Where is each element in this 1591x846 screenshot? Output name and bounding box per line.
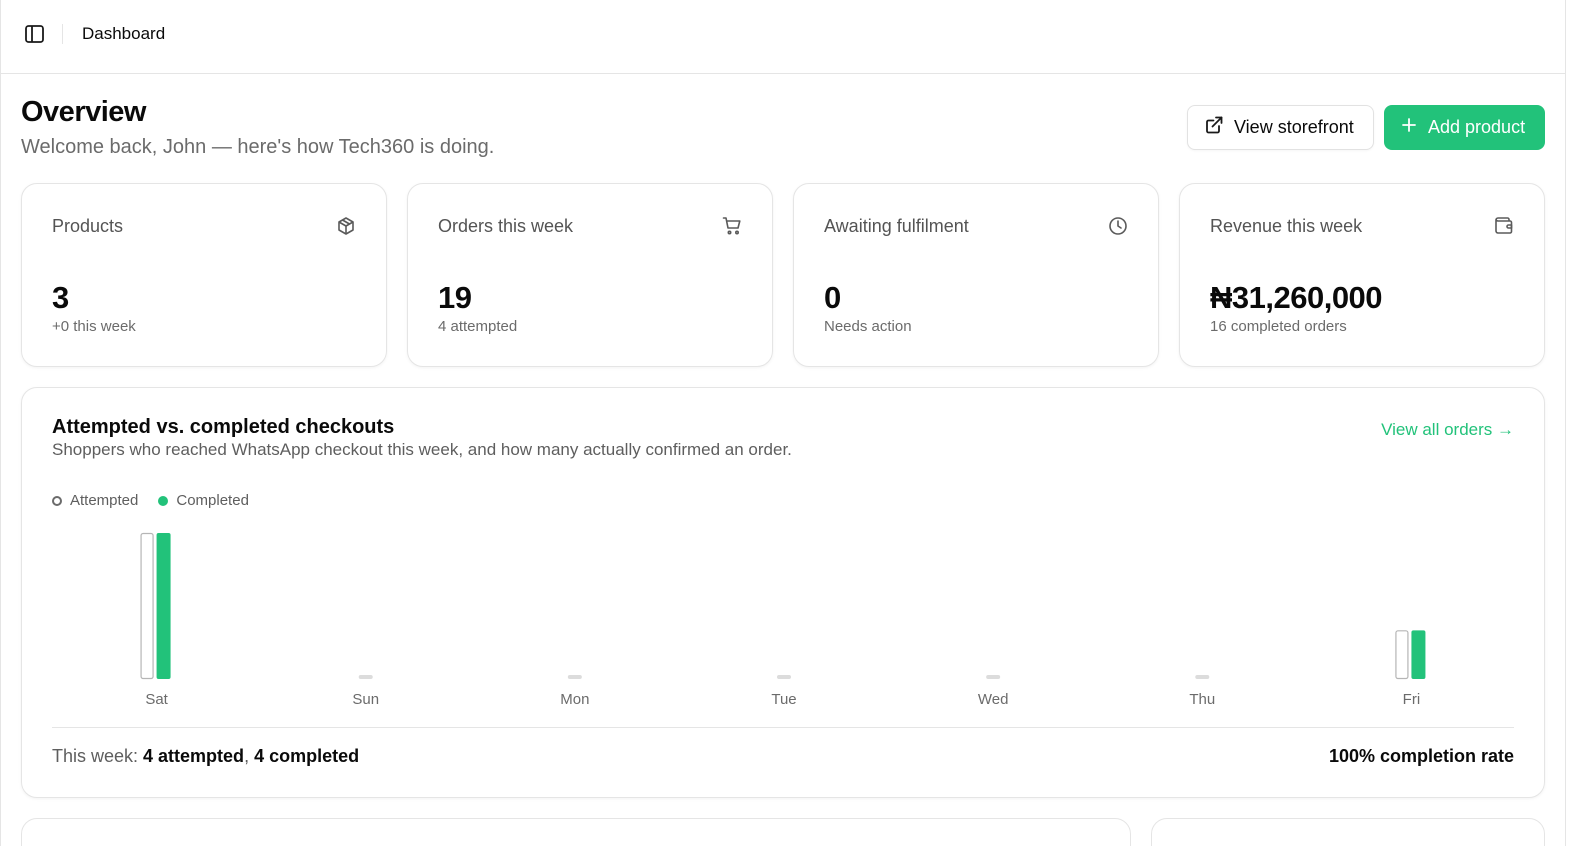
- x-tick-label: Sat: [145, 691, 168, 708]
- bar-zero-mon: [567, 675, 582, 679]
- stat-label: Orders this week: [438, 216, 574, 236]
- bar-completed-fri[interactable]: [1411, 630, 1426, 679]
- legend-swatch-completed: [158, 495, 169, 506]
- x-tick-label: Thu: [1189, 691, 1215, 708]
- x-tick-label: Sun: [352, 691, 379, 708]
- bar-zero-sun: [358, 675, 373, 679]
- view-storefront-button[interactable]: View storefront: [1187, 105, 1374, 150]
- add-product-label: Add product: [1428, 117, 1526, 137]
- topbar: Dashboard: [1, 0, 1565, 74]
- add-product-button[interactable]: Add product: [1384, 105, 1545, 150]
- stat-card-orders: Orders this week 19 4 attempted: [407, 183, 773, 367]
- summary-completed: 4 completed: [254, 746, 360, 766]
- stat-card-revenue: Revenue this week ₦31,260,000 16 complet…: [1179, 183, 1545, 367]
- stat-note: +0 this week: [52, 318, 136, 335]
- bar-zero-tue: [777, 675, 791, 679]
- legend-swatch-attempted: [52, 495, 62, 506]
- checkouts-bar-chart: Sat Sun Mon Tue Wed Thu Fri: [140, 532, 1426, 708]
- bar-attempted-sat[interactable]: [140, 532, 154, 680]
- completion-rate: 100% completion rate: [1328, 746, 1514, 766]
- external-link-icon: [1204, 115, 1224, 140]
- bar-zero-wed: [986, 675, 1001, 679]
- x-tick-label: Mon: [560, 691, 589, 708]
- checkouts-chart-card: Attempted vs. completed checkouts Shoppe…: [21, 387, 1545, 798]
- chart-divider: [52, 727, 1514, 728]
- x-tick-label: Fri: [1403, 691, 1421, 708]
- sidebar-toggle-icon[interactable]: [25, 25, 44, 43]
- summary-attempted: 4 attempted: [143, 746, 245, 766]
- stat-label: Revenue this week: [1210, 216, 1363, 236]
- stat-value: 19: [438, 280, 472, 315]
- stat-value: 0: [824, 280, 841, 315]
- week-summary: This week: 4 attempted, 4 completed: [52, 746, 359, 767]
- stat-label: Awaiting fulfilment: [824, 216, 969, 236]
- page-subtitle: Welcome back, John — here's how Tech360 …: [21, 136, 495, 158]
- breadcrumb[interactable]: Dashboard: [82, 24, 165, 44]
- chart-title: Attempted vs. completed checkouts: [52, 416, 395, 438]
- page-title: Overview: [21, 96, 146, 128]
- plus-icon: [1400, 116, 1418, 139]
- legend-item-completed: Completed: [158, 492, 249, 509]
- summary-prefix: This week:: [52, 746, 144, 766]
- view-storefront-label: View storefront: [1234, 117, 1354, 137]
- bar-zero-thu: [1195, 675, 1210, 679]
- summary-separator: ,: [244, 746, 255, 766]
- stat-note: Needs action: [824, 318, 912, 335]
- chart-legend: Attempted Completed: [52, 492, 249, 509]
- wallet-icon: [1494, 216, 1514, 236]
- stat-value: 3: [52, 280, 69, 315]
- view-all-orders-link[interactable]: View all orders →: [1381, 420, 1514, 440]
- stat-card-products: Products 3 +0 this week: [21, 183, 387, 367]
- bar-attempted-fri[interactable]: [1395, 630, 1409, 680]
- stat-label: Products: [52, 216, 124, 236]
- stat-value: ₦31,260,000: [1210, 280, 1383, 315]
- legend-item-attempted: Attempted: [52, 492, 138, 509]
- stat-card-awaiting: Awaiting fulfilment 0 Needs action: [793, 183, 1159, 367]
- bottom-card-left: [21, 818, 1131, 846]
- stat-note: 4 attempted: [438, 318, 518, 335]
- bar-completed-sat[interactable]: [156, 533, 171, 679]
- stat-note: 16 completed orders: [1210, 318, 1347, 335]
- cart-icon: [722, 216, 742, 236]
- clock-icon: [1108, 216, 1128, 236]
- x-tick-label: Wed: [978, 691, 1009, 708]
- bottom-card-right: [1151, 818, 1545, 846]
- x-tick-label: Tue: [771, 691, 796, 708]
- legend-label: Completed: [176, 492, 249, 509]
- box-icon: [336, 216, 356, 236]
- chart-subtitle: Shoppers who reached WhatsApp checkout t…: [52, 440, 792, 459]
- legend-label: Attempted: [70, 492, 139, 509]
- topbar-divider: [62, 24, 63, 44]
